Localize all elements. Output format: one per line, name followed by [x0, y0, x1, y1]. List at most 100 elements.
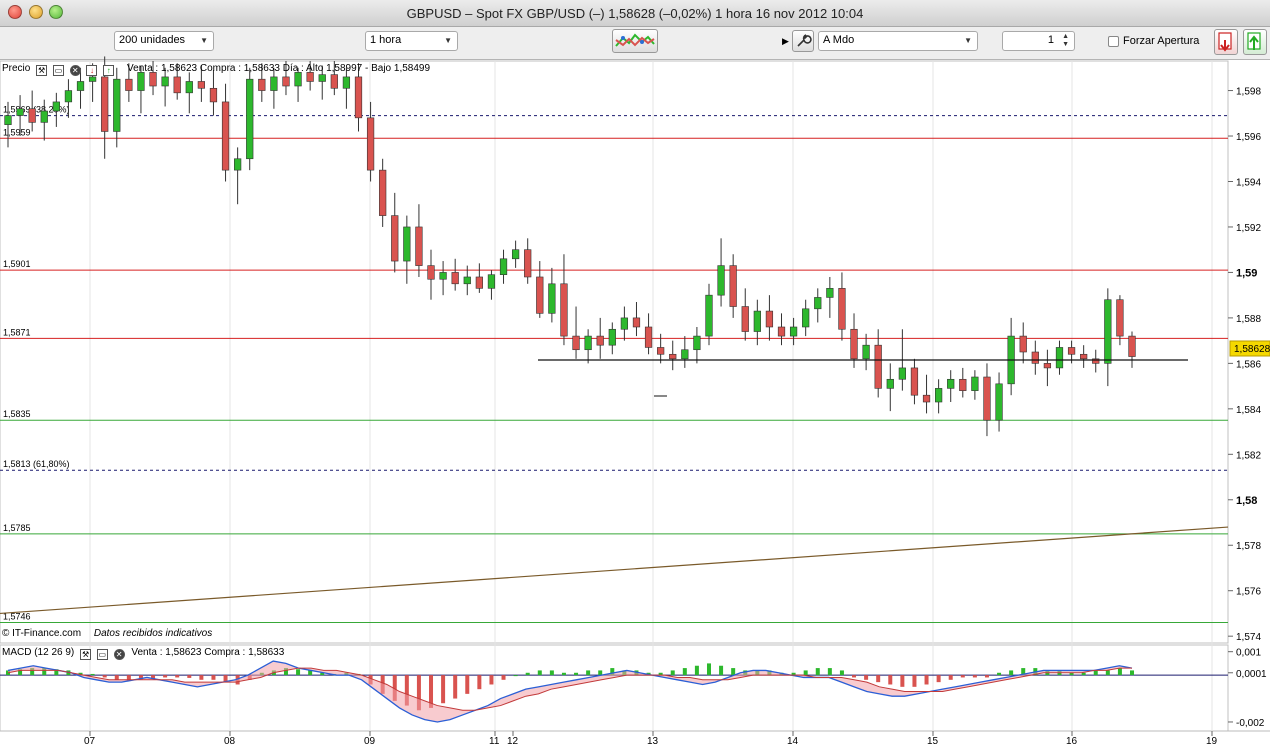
candle-body[interactable]	[705, 294, 713, 337]
wrench-icon[interactable]: ⚒	[80, 649, 92, 660]
candle-body[interactable]	[608, 328, 616, 346]
candle-body[interactable]	[342, 76, 351, 89]
candle-body[interactable]	[258, 78, 266, 91]
candle-body[interactable]	[657, 347, 665, 355]
candle-body[interactable]	[765, 310, 774, 328]
candle-body[interactable]	[910, 367, 919, 396]
candle-body[interactable]	[669, 353, 677, 360]
candle-body[interactable]	[1104, 299, 1112, 364]
candle-body[interactable]	[572, 335, 580, 351]
candle-body[interactable]	[185, 81, 193, 94]
candle-body[interactable]	[693, 335, 701, 351]
candle-body[interactable]	[681, 349, 689, 360]
candle-body[interactable]	[1067, 347, 1076, 355]
candle-body[interactable]	[560, 283, 568, 337]
candle-body[interactable]	[366, 117, 375, 171]
macd-histogram-bar	[501, 675, 506, 680]
candle-body[interactable]	[971, 376, 979, 391]
candle-body[interactable]	[862, 344, 870, 360]
window-icon[interactable]: ▭	[52, 65, 64, 76]
candle-body[interactable]	[113, 78, 121, 132]
candle-body[interactable]	[270, 76, 278, 91]
candle-body[interactable]	[282, 76, 290, 87]
candle-body[interactable]	[934, 388, 943, 403]
candle-body[interactable]	[596, 335, 604, 346]
candle-body[interactable]	[922, 394, 931, 403]
candle-body[interactable]	[1116, 299, 1124, 337]
candle-body[interactable]	[717, 265, 725, 296]
candle-body[interactable]	[439, 272, 447, 280]
candle-body[interactable]	[584, 335, 592, 351]
candle-body[interactable]	[330, 74, 338, 89]
candle-body[interactable]	[1055, 347, 1064, 369]
candle-body[interactable]	[28, 108, 36, 123]
candle-body[interactable]	[403, 226, 411, 262]
macd-histogram-bar	[864, 675, 869, 680]
candle-body[interactable]	[354, 76, 363, 119]
candle-body[interactable]	[777, 326, 786, 337]
candle-body[interactable]	[4, 115, 12, 125]
candle-body[interactable]	[1128, 335, 1136, 357]
candle-body[interactable]	[487, 274, 496, 289]
candle-body[interactable]	[850, 328, 858, 360]
candle-body[interactable]	[898, 367, 906, 380]
candle-body[interactable]	[173, 76, 181, 94]
candle-body[interactable]	[88, 76, 97, 82]
candle-body[interactable]	[379, 169, 387, 216]
candle-body[interactable]	[995, 383, 1003, 421]
price-plot-area[interactable]	[0, 60, 1229, 644]
candle-body[interactable]	[753, 310, 761, 332]
candle-body[interactable]	[1031, 351, 1039, 364]
candle-body[interactable]	[125, 78, 133, 91]
candle-body[interactable]	[1043, 363, 1052, 369]
candle-body[interactable]	[524, 249, 532, 278]
candle-body[interactable]	[101, 76, 109, 132]
candle-body[interactable]	[451, 272, 459, 285]
candle-body[interactable]	[76, 81, 85, 91]
close-icon[interactable]: ✕	[113, 649, 125, 660]
candle-body[interactable]	[729, 265, 737, 307]
candle-body[interactable]	[475, 276, 483, 289]
candle-body[interactable]	[246, 78, 254, 160]
candle-body[interactable]	[197, 81, 206, 89]
candle-body[interactable]	[874, 344, 882, 389]
candle-body[interactable]	[838, 288, 846, 330]
macd-histogram-bar	[1130, 670, 1134, 676]
candle-body[interactable]	[52, 101, 60, 112]
candle-body[interactable]	[886, 378, 894, 389]
candle-body[interactable]	[644, 326, 653, 348]
candle-body[interactable]	[947, 378, 955, 389]
wrench-icon[interactable]: ⚒	[36, 65, 48, 76]
candle-body[interactable]	[983, 376, 991, 421]
candle-body[interactable]	[741, 306, 749, 332]
candle-body[interactable]	[40, 110, 48, 123]
sell-mini-icon[interactable]: ↓	[86, 65, 98, 76]
candle-body[interactable]	[511, 249, 520, 260]
candle-body[interactable]	[209, 87, 218, 103]
candle-body[interactable]	[826, 288, 834, 298]
candle-body[interactable]	[415, 226, 423, 266]
candle-body[interactable]	[221, 101, 230, 171]
candle-body[interactable]	[789, 326, 798, 337]
close-icon[interactable]: ✕	[69, 65, 81, 76]
candle-body[interactable]	[814, 297, 822, 310]
window-icon[interactable]: ▭	[96, 649, 108, 660]
candle-body[interactable]	[959, 378, 967, 391]
candle-body[interactable]	[536, 276, 544, 314]
candle-body[interactable]	[161, 76, 169, 87]
candle-body[interactable]	[1019, 335, 1027, 353]
candle-body[interactable]	[499, 258, 508, 276]
candle-body[interactable]	[64, 90, 73, 103]
candle-body[interactable]	[802, 308, 810, 328]
candle-body[interactable]	[427, 265, 435, 280]
candle-body[interactable]	[1080, 353, 1088, 360]
candle-body[interactable]	[463, 276, 471, 285]
candle-body[interactable]	[620, 317, 629, 330]
macd-histogram-bar	[465, 675, 470, 694]
candle-body[interactable]	[632, 317, 641, 328]
candle-body[interactable]	[234, 158, 242, 171]
candle-body[interactable]	[548, 283, 556, 314]
candle-body[interactable]	[16, 108, 24, 116]
candle-body[interactable]	[391, 215, 399, 262]
buy-mini-icon[interactable]: ↑	[103, 65, 115, 76]
